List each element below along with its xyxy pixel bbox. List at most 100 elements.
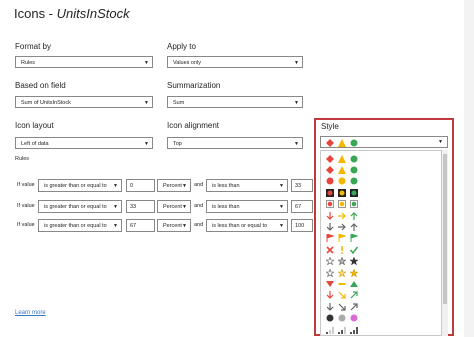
box-yellow-icon <box>337 200 346 209</box>
style-select[interactable]: ▼ <box>320 136 448 148</box>
green-circle-icon <box>349 154 358 163</box>
rule-value2-input[interactable]: 100 <box>291 219 313 232</box>
gray-circle-icon <box>337 314 346 323</box>
if-value-label: If value <box>17 222 35 228</box>
rule-value-input[interactable]: 67 <box>126 219 155 232</box>
arrow-down-icon <box>325 211 334 220</box>
yellow-circle-icon <box>337 177 346 186</box>
star-full-icon <box>349 257 358 266</box>
rule-value2-input[interactable]: 33 <box>291 179 313 192</box>
chevron-down-icon: ▼ <box>182 223 187 229</box>
arrow-down-gray-icon <box>325 302 334 311</box>
rule-value-input[interactable]: 0 <box>126 179 155 192</box>
chevron-down-icon: ▼ <box>113 183 118 189</box>
operator2-value: is less than or equal to <box>212 223 268 229</box>
signal-2-icon <box>337 325 346 334</box>
dash-yellow-icon <box>337 279 346 288</box>
apply-to-label: Apply to <box>167 42 196 51</box>
style-option[interactable] <box>325 313 358 324</box>
rule-operator-select[interactable]: is greater than or equal to ▼ <box>38 219 122 232</box>
style-option[interactable] <box>325 244 358 255</box>
style-option[interactable] <box>325 199 358 210</box>
rule-operator-select[interactable]: is greater than or equal to ▼ <box>38 200 122 213</box>
format-by-select[interactable]: Rules ▼ <box>15 56 153 68</box>
style-option[interactable] <box>325 221 358 232</box>
icon-layout-select[interactable]: Left of data ▼ <box>15 137 153 149</box>
style-option[interactable] <box>325 187 358 198</box>
green-check-icon <box>349 245 358 254</box>
black-box-yellow-icon <box>337 188 346 197</box>
summarization-value: Sum <box>173 100 185 106</box>
style-option[interactable] <box>325 164 358 175</box>
arrow-down-red-icon <box>325 291 334 300</box>
style-label: Style <box>321 122 339 131</box>
triangle-down-red-icon <box>325 279 334 288</box>
rule-unit-select[interactable]: Percent ▼ <box>157 200 191 213</box>
rule-value-input[interactable]: 33 <box>126 200 155 213</box>
style-option[interactable] <box>325 290 358 301</box>
red-circle-icon <box>325 177 334 186</box>
red-diamond-icon <box>325 138 334 147</box>
operator-value: is greater than or equal to <box>44 183 107 189</box>
based-on-select[interactable]: Sum of UnitsInStock ▼ <box>15 96 153 108</box>
rule-unit-select[interactable]: Percent ▼ <box>157 179 191 192</box>
style-option[interactable] <box>325 233 358 244</box>
flag-yellow-icon <box>337 234 346 243</box>
chevron-down-icon: ▼ <box>182 183 187 189</box>
box-green-icon <box>349 200 358 209</box>
arrow-diag-down-icon <box>337 291 346 300</box>
summarization-label: Summarization <box>167 81 221 90</box>
triangle-up-green-icon <box>349 279 358 288</box>
style-option[interactable] <box>325 210 358 221</box>
title-field: UnitsInStock <box>56 6 130 21</box>
scrollbar-thumb[interactable] <box>443 154 447 304</box>
style-options-list[interactable] <box>320 150 442 336</box>
rule-operator2-select[interactable]: is less than ▼ <box>206 179 288 192</box>
apply-to-value: Values only <box>173 60 202 66</box>
style-option[interactable] <box>325 267 358 278</box>
rules-label: Rules <box>15 156 30 162</box>
signal-1-icon <box>325 325 334 334</box>
apply-to-select[interactable]: Values only ▼ <box>167 56 303 68</box>
dialog-title: Icons - UnitsInStock <box>14 6 130 21</box>
arrow-up-icon <box>349 211 358 220</box>
learn-more-link[interactable]: Learn more <box>15 310 46 316</box>
style-option[interactable] <box>325 176 358 187</box>
operator-value: is greater than or equal to <box>44 223 107 229</box>
style-option[interactable] <box>325 324 358 335</box>
chevron-down-icon: ▼ <box>438 139 443 145</box>
arrow-right-icon <box>337 211 346 220</box>
chevron-down-icon: ▼ <box>279 183 284 189</box>
rule-operator2-select[interactable]: is less than or equal to ▼ <box>206 219 288 232</box>
chevron-down-icon: ▼ <box>144 100 149 106</box>
flag-green-icon <box>349 234 358 243</box>
rule-operator2-select[interactable]: is less than ▼ <box>206 200 288 213</box>
and-label: and <box>194 222 204 228</box>
star-empty-icon <box>325 268 334 277</box>
chevron-down-icon: ▼ <box>144 141 149 147</box>
style-option[interactable] <box>325 278 358 289</box>
style-option[interactable] <box>325 153 358 164</box>
green-circle-icon <box>349 138 358 147</box>
and-label: and <box>194 203 204 209</box>
rule-unit-select[interactable]: Percent ▼ <box>157 219 191 232</box>
style-list-scrollbar[interactable] <box>442 150 448 336</box>
black-box-red-icon <box>325 188 334 197</box>
style-option[interactable] <box>325 256 358 267</box>
pink-circle-icon <box>349 314 358 323</box>
format-by-value: Rules <box>21 60 36 66</box>
summarization-select[interactable]: Sum ▼ <box>167 96 303 108</box>
arrow-down-gray-icon <box>325 222 334 231</box>
rule-operator-select[interactable]: is greater than or equal to ▼ <box>38 179 122 192</box>
and-label: and <box>194 182 204 188</box>
based-on-value: Sum of UnitsInStock <box>21 100 71 106</box>
unit-value: Percent <box>163 223 182 229</box>
style-option[interactable] <box>325 301 358 312</box>
selected-style-icons <box>325 137 358 148</box>
background-strip <box>464 0 474 337</box>
rule-value2-input[interactable]: 67 <box>291 200 313 213</box>
chevron-down-icon: ▼ <box>294 60 299 66</box>
format-by-label: Format by <box>15 42 52 51</box>
icon-alignment-select[interactable]: Top ▼ <box>167 137 303 149</box>
yellow-exclaim-icon <box>337 245 346 254</box>
